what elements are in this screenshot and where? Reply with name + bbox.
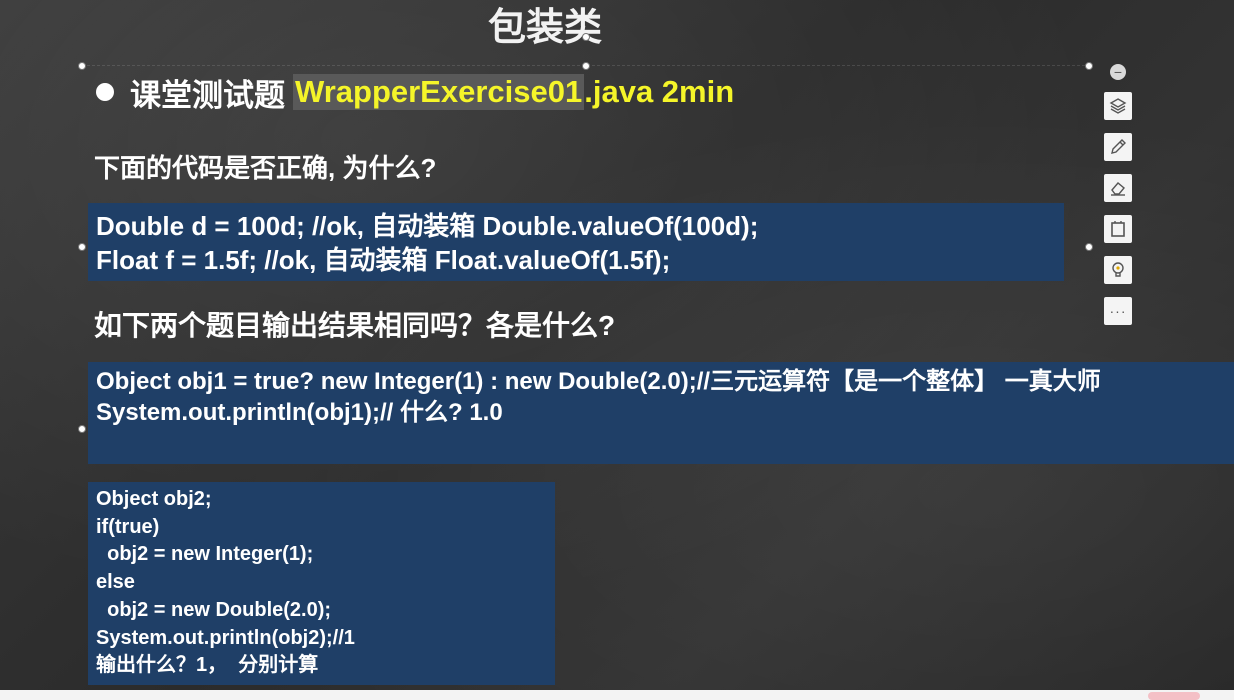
code-line: Object obj1 = true? new Integer(1) : new…	[96, 368, 1101, 395]
more-options-button[interactable]: ···	[1104, 297, 1132, 325]
rotate-handle[interactable]	[582, 33, 590, 41]
floating-toolbar: − ···	[1102, 64, 1134, 338]
bullet-suffix: .java 2min	[584, 74, 735, 109]
resize-handle-ml[interactable]	[78, 243, 86, 251]
resize-handle-tl[interactable]	[78, 62, 86, 70]
collapse-toolbar-button[interactable]: −	[1110, 64, 1126, 80]
code-line: System.out.println(obj2);//1	[96, 626, 355, 649]
resize-handle-tm[interactable]	[582, 62, 590, 70]
bullet-dot	[96, 83, 114, 101]
hint-button[interactable]	[1104, 256, 1132, 284]
code-line: System.out.println(obj1);// 什么? 1.0	[96, 399, 503, 426]
slide-canvas: 包装类 课堂测试题 WrapperExercise01 .java 2min 下…	[0, 0, 1234, 700]
frame-icon	[1111, 221, 1125, 237]
layers-button[interactable]	[1104, 92, 1132, 120]
code-line: obj2 = new Integer(1);	[96, 543, 314, 566]
frame-button[interactable]	[1104, 215, 1132, 243]
code-line: Float f = 1.5f; //ok, 自动装箱 Float.valueOf…	[96, 245, 671, 275]
pen-button[interactable]	[1104, 133, 1132, 161]
code-line: Double d = 100d; //ok, 自动装箱 Double.value…	[96, 211, 759, 241]
exercise-bullet: 课堂测试题 WrapperExercise01 .java 2min	[96, 70, 734, 114]
slide-title: 包装类	[487, 7, 602, 49]
resize-handle-tr[interactable]	[1085, 62, 1093, 70]
code-line: 输出什么？1， 分别计算	[96, 654, 319, 677]
bullet-filename: WrapperExercise01	[293, 74, 585, 110]
code-line: else	[96, 571, 135, 594]
bullet-prefix: 课堂测试题	[130, 77, 285, 113]
question-2: 如下两个题目输出结果相同吗？各是什么?	[94, 310, 616, 341]
lightbulb-icon	[1112, 262, 1124, 277]
eraser-button[interactable]	[1104, 174, 1132, 202]
code-line: if(true)	[96, 515, 160, 538]
code-line: obj2 = new Double(2.0);	[96, 598, 332, 621]
layers-icon	[1109, 98, 1127, 114]
resize-handle-bl[interactable]	[78, 425, 86, 433]
bottom-indicator	[1148, 692, 1200, 700]
code-box-3: Object obj2; if(true) obj2 = new Integer…	[88, 482, 555, 685]
code-line: Object obj2;	[96, 488, 212, 510]
resize-handle-mr[interactable]	[1085, 243, 1093, 251]
question-1: 下面的代码是否正确, 为什么?	[94, 153, 437, 183]
bottom-bar	[0, 690, 1234, 700]
code-box-2: Object obj1 = true? new Integer(1) : new…	[88, 362, 1234, 464]
eraser-icon	[1111, 182, 1125, 196]
pen-icon	[1111, 139, 1126, 154]
code-box-1: Double d = 100d; //ok, 自动装箱 Double.value…	[88, 203, 1064, 281]
